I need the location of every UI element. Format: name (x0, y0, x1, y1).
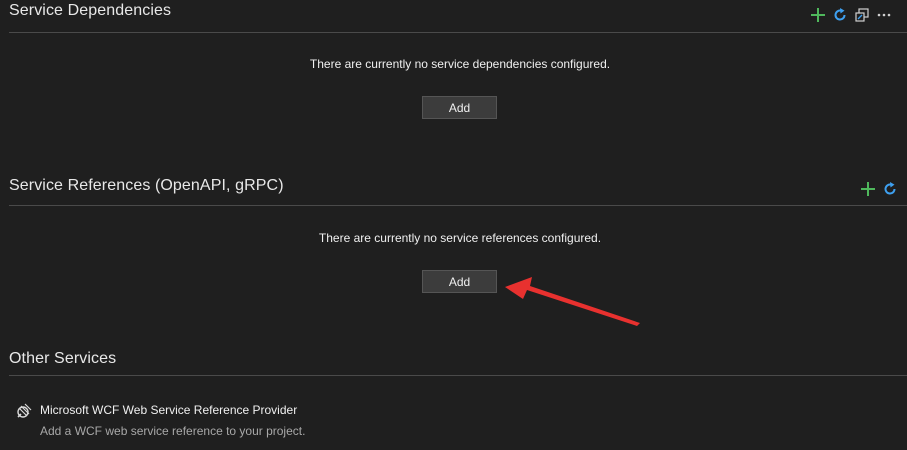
add-icon (861, 182, 875, 196)
references-empty-message: There are currently no service reference… (318, 231, 602, 245)
provider-description: Add a WCF web service reference to your … (40, 424, 306, 438)
more-options-button[interactable] (874, 5, 894, 25)
add-dependency-button[interactable] (808, 5, 828, 25)
wcf-provider-icon (17, 403, 32, 418)
section-divider (9, 32, 907, 33)
add-dependency-button-main[interactable]: Add (422, 96, 497, 119)
add-reference-button-main[interactable]: Add (422, 270, 497, 293)
refresh-dependencies-button[interactable] (830, 5, 850, 25)
refresh-icon (834, 8, 846, 21)
add-icon (811, 8, 825, 22)
provider-name: Microsoft WCF Web Service Reference Prov… (40, 403, 298, 417)
service-references-title: Service References (OpenAPI, gRPC) (9, 177, 284, 194)
service-dependencies-toolbar (808, 5, 894, 25)
section-divider (9, 375, 907, 376)
other-services-title: Other Services (9, 350, 117, 367)
section-divider (9, 205, 907, 206)
refresh-references-button[interactable] (880, 179, 900, 199)
service-references-toolbar (858, 179, 900, 199)
dependencies-empty-message: There are currently no service dependenc… (309, 57, 611, 71)
add-reference-button[interactable] (858, 179, 878, 199)
more-icon (877, 13, 891, 17)
service-dependencies-title: Service Dependencies (9, 2, 172, 19)
restore-icon (855, 8, 869, 22)
restore-button[interactable] (852, 5, 872, 25)
refresh-icon (884, 182, 896, 195)
